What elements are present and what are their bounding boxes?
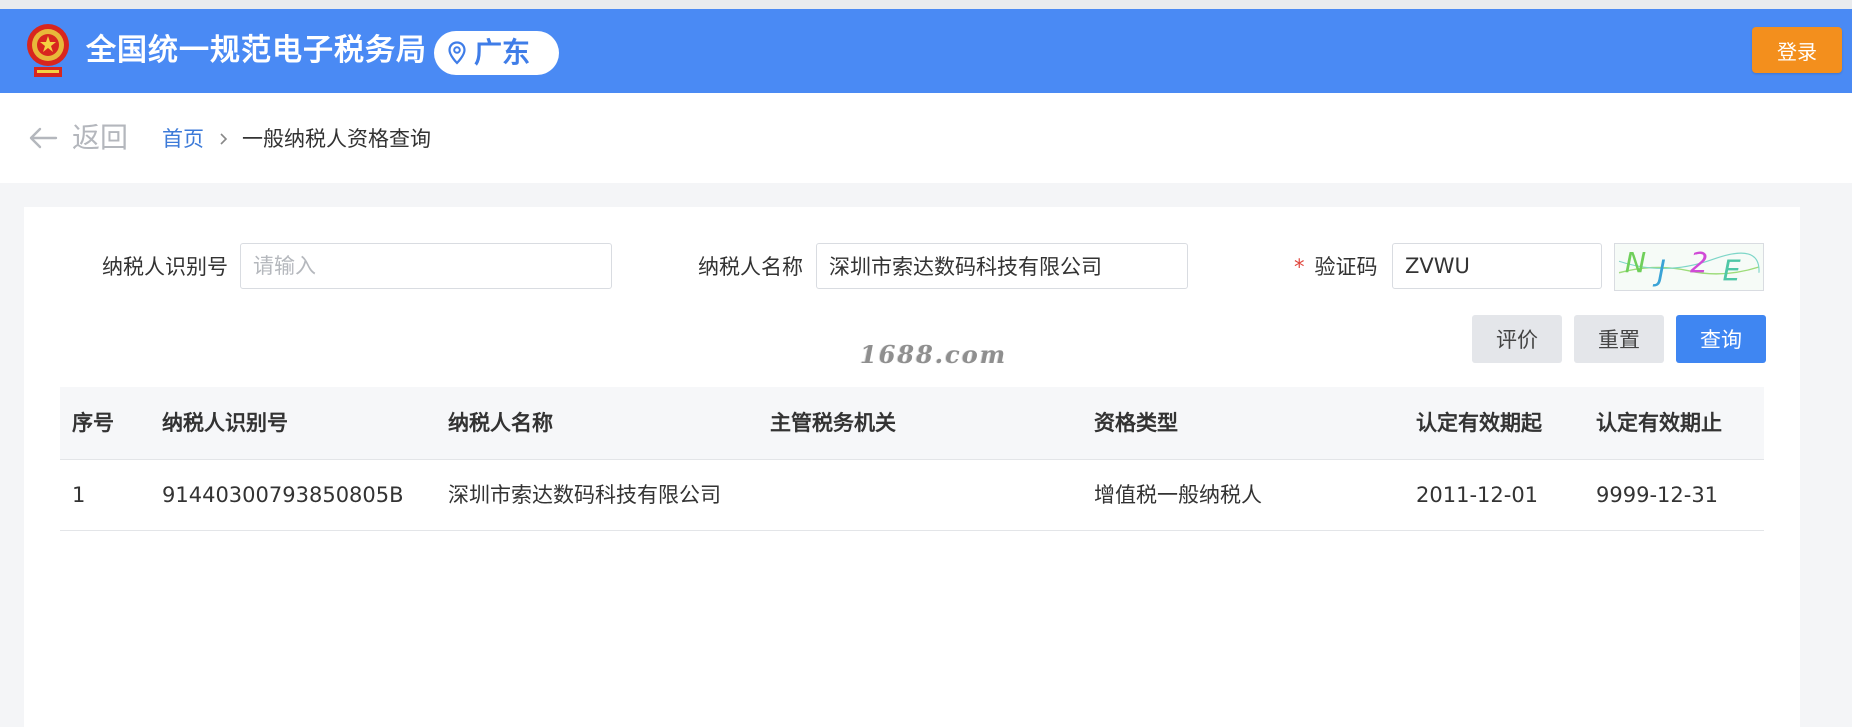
top-strip (0, 0, 1852, 9)
captcha-label-text: 验证码 (1314, 255, 1378, 279)
captcha-char: E (1723, 253, 1742, 287)
back-button[interactable]: 返回 (28, 121, 128, 155)
taxpayer-id-input[interactable] (240, 243, 612, 289)
column-header: 认定有效期起 (1416, 411, 1542, 435)
watermark: 1688.com (860, 340, 1008, 369)
region-label: 广东 (474, 36, 531, 69)
captcha-char: N (1625, 246, 1647, 280)
back-label: 返回 (72, 121, 129, 154)
breadcrumb-current: 一般纳税人资格查询 (242, 127, 431, 151)
chevron-right-icon (220, 133, 228, 145)
required-mark: * (1294, 255, 1305, 279)
taxpayer-id-label: 纳税人识别号 (102, 255, 228, 279)
table-row: 1 91440300793850805B 深圳市索达数码科技有限公司 增值税一般… (60, 460, 1764, 531)
query-button[interactable]: 查询 (1676, 315, 1766, 363)
captcha-char: J (1652, 253, 1665, 287)
column-header: 资格类型 (1094, 411, 1178, 435)
captcha-image[interactable]: NJ2E (1614, 243, 1764, 291)
site-title: 全国统一规范电子税务局 (86, 33, 427, 68)
table-cell: 深圳市索达数码科技有限公司 (448, 483, 721, 507)
table-cell: 91440300793850805B (162, 483, 404, 507)
tax-emblem-icon (27, 24, 69, 77)
location-pin-icon (448, 41, 466, 65)
login-button[interactable]: 登录 (1752, 27, 1842, 73)
column-header: 认定有效期止 (1596, 411, 1722, 435)
arrow-left-icon (29, 127, 58, 149)
breadcrumb: 首页 一般纳税人资格查询 (162, 125, 431, 153)
table-cell: 2011-12-01 (1416, 483, 1539, 507)
column-header: 纳税人名称 (448, 411, 553, 435)
results-table: 序号 纳税人识别号 纳税人名称 主管税务机关 资格类型 认定有效期起 认定有效期… (60, 387, 1764, 531)
table-header: 序号 纳税人识别号 纳税人名称 主管税务机关 资格类型 认定有效期起 认定有效期… (60, 387, 1764, 460)
evaluate-button[interactable]: 评价 (1472, 315, 1562, 363)
query-card: 纳税人识别号 纳税人名称 * 验证码 NJ2E 评价 重置 查询 1688.com… (24, 207, 1800, 727)
table-cell: 增值税一般纳税人 (1094, 483, 1262, 507)
reset-button[interactable]: 重置 (1574, 315, 1664, 363)
column-header: 序号 (72, 411, 114, 435)
navigation-bar: 返回 首页 一般纳税人资格查询 (0, 93, 1852, 183)
captcha-label: * 验证码 (1294, 252, 1378, 282)
table-cell: 9999-12-31 (1596, 483, 1719, 507)
breadcrumb-home-link[interactable]: 首页 (162, 125, 204, 153)
taxpayer-name-input[interactable] (816, 243, 1188, 289)
region-selector[interactable]: 广东 (434, 31, 559, 75)
captcha-char: 2 (1690, 246, 1708, 280)
captcha-input[interactable] (1392, 243, 1602, 289)
site-header: 全国统一规范电子税务局 广东 登录 (0, 9, 1852, 93)
column-header: 主管税务机关 (770, 411, 896, 435)
column-header: 纳税人识别号 (162, 411, 288, 435)
taxpayer-name-label: 纳税人名称 (698, 255, 803, 279)
table-cell: 1 (72, 483, 86, 507)
